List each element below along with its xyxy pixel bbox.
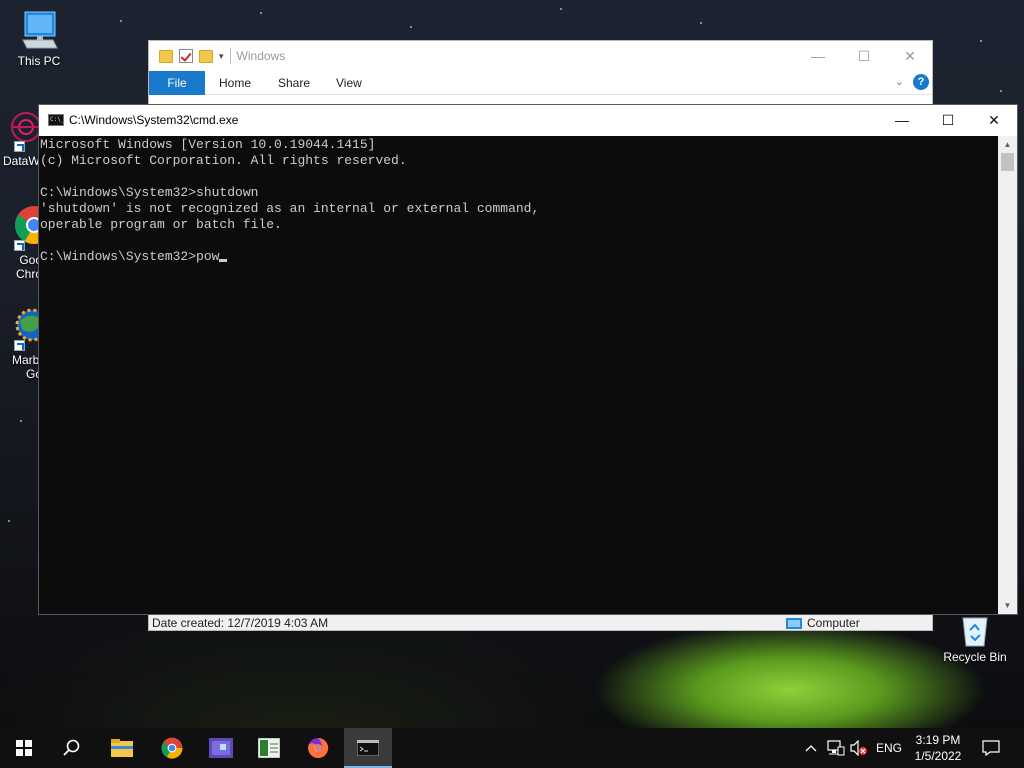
taskbar: ENG 3:19 PM 1/5/2022 bbox=[0, 728, 1024, 768]
console-line: Microsoft Windows [Version 10.0.19044.14… bbox=[40, 137, 376, 152]
volume-button[interactable] bbox=[849, 728, 869, 768]
console-line: 'shutdown' is not recognized as an inter… bbox=[40, 201, 540, 216]
tab-share[interactable]: Share bbox=[278, 71, 310, 95]
properties-icon[interactable] bbox=[179, 49, 193, 63]
new-folder-icon[interactable] bbox=[199, 49, 213, 63]
chevron-up-icon bbox=[805, 745, 817, 752]
taskbar-file-explorer[interactable] bbox=[98, 728, 146, 768]
notifications-button[interactable] bbox=[981, 728, 1001, 768]
expand-ribbon-icon[interactable]: ⌄ bbox=[895, 75, 904, 88]
datawrapper-icon bbox=[11, 112, 40, 142]
status-location: Computer bbox=[786, 616, 860, 630]
shortcut-arrow-icon bbox=[14, 240, 25, 251]
customize-toolbar-icon[interactable]: ▾ bbox=[219, 51, 224, 62]
cmd-scrollbar[interactable]: ▲ ▼ bbox=[998, 136, 1017, 614]
notification-icon bbox=[982, 740, 1000, 756]
explorer-maximize-button[interactable]: ☐ bbox=[841, 41, 887, 71]
start-icon bbox=[16, 740, 32, 756]
computer-icon bbox=[786, 617, 802, 629]
scroll-thumb[interactable] bbox=[1001, 153, 1014, 171]
tab-view[interactable]: View bbox=[336, 71, 362, 95]
shortcut-arrow-icon bbox=[14, 340, 25, 351]
clock-time: 3:19 PM bbox=[915, 733, 961, 747]
cmd-title-bar[interactable]: C:\_ C:\Windows\System32\cmd.exe — ☐ ✕ bbox=[39, 105, 1017, 136]
scroll-up-icon[interactable]: ▲ bbox=[998, 136, 1017, 153]
firefox-icon bbox=[308, 737, 329, 758]
taskbar-app[interactable] bbox=[197, 728, 245, 768]
scroll-down-icon[interactable]: ▼ bbox=[998, 597, 1017, 614]
taskbar-cmd[interactable] bbox=[344, 728, 392, 768]
console-line: (c) Microsoft Corporation. All rights re… bbox=[40, 153, 407, 168]
tab-file[interactable]: File bbox=[149, 71, 205, 95]
cmd-close-button[interactable]: ✕ bbox=[971, 105, 1017, 135]
console-line: C:\Windows\System32>shutdown bbox=[40, 185, 259, 200]
taskbar-chrome[interactable] bbox=[148, 728, 196, 768]
cmd-icon: C:\_ bbox=[48, 114, 64, 126]
search-button[interactable] bbox=[48, 728, 96, 768]
explorer-close-button[interactable]: ✕ bbox=[887, 41, 933, 71]
clock[interactable]: 3:19 PM 1/5/2022 bbox=[908, 732, 968, 764]
desktop-icon-recycle-bin[interactable]: Recycle Bin bbox=[940, 612, 1010, 664]
console-prompt-line[interactable]: C:\Windows\System32>pow bbox=[40, 249, 998, 265]
console-input[interactable]: C:\Windows\System32>pow bbox=[40, 249, 219, 264]
clock-date: 1/5/2022 bbox=[914, 749, 962, 763]
folder-icon bbox=[159, 49, 173, 63]
shortcut-arrow-icon bbox=[14, 141, 25, 152]
console-output[interactable]: Microsoft Windows [Version 10.0.19044.14… bbox=[39, 136, 998, 614]
cmd-window[interactable]: C:\_ C:\Windows\System32\cmd.exe — ☐ ✕ M… bbox=[38, 104, 1018, 615]
spreadsheet-icon bbox=[258, 738, 280, 758]
explorer-ribbon: File Home Share View ⌄ ? bbox=[149, 71, 932, 95]
console-line: operable program or batch file. bbox=[40, 217, 282, 232]
app-icon bbox=[209, 738, 233, 758]
cmd-maximize-button[interactable]: ☐ bbox=[925, 105, 971, 135]
search-icon bbox=[63, 739, 80, 756]
status-date-created: Date created: 12/7/2019 4:03 AM bbox=[152, 616, 329, 630]
help-icon[interactable]: ? bbox=[913, 74, 929, 90]
network-icon bbox=[827, 740, 845, 756]
volume-muted-icon bbox=[850, 740, 867, 756]
tab-home[interactable]: Home bbox=[219, 71, 251, 95]
explorer-status-bar: Date created: 12/7/2019 4:03 AM Computer bbox=[149, 614, 932, 630]
divider bbox=[229, 48, 231, 64]
cmd-title: C:\Windows\System32\cmd.exe bbox=[69, 113, 239, 127]
chrome-icon bbox=[161, 737, 183, 759]
start-button[interactable] bbox=[0, 728, 48, 768]
show-hidden-icons-button[interactable] bbox=[803, 728, 819, 768]
taskbar-spreadsheet[interactable] bbox=[245, 728, 293, 768]
language-indicator[interactable]: ENG bbox=[876, 728, 902, 768]
taskbar-firefox[interactable] bbox=[294, 728, 342, 768]
explorer-minimize-button[interactable]: — bbox=[795, 41, 841, 71]
status-location-label: Computer bbox=[807, 616, 860, 630]
desktop-icon-label: Recycle Bin bbox=[943, 650, 1007, 664]
cmd-icon bbox=[357, 740, 379, 756]
network-button[interactable] bbox=[826, 728, 846, 768]
desktop-icon-label: This PC bbox=[17, 54, 61, 68]
this-pc-icon bbox=[22, 11, 58, 49]
desktop-icon-this-pc[interactable]: This PC bbox=[4, 10, 74, 68]
file-explorer-icon bbox=[111, 739, 133, 757]
text-cursor bbox=[219, 259, 228, 262]
explorer-title-bar[interactable]: ▾ Windows — ☐ ✕ bbox=[149, 41, 932, 71]
recycle-bin-icon bbox=[962, 617, 988, 647]
explorer-title: Windows bbox=[236, 49, 286, 63]
cmd-minimize-button[interactable]: — bbox=[879, 105, 925, 135]
